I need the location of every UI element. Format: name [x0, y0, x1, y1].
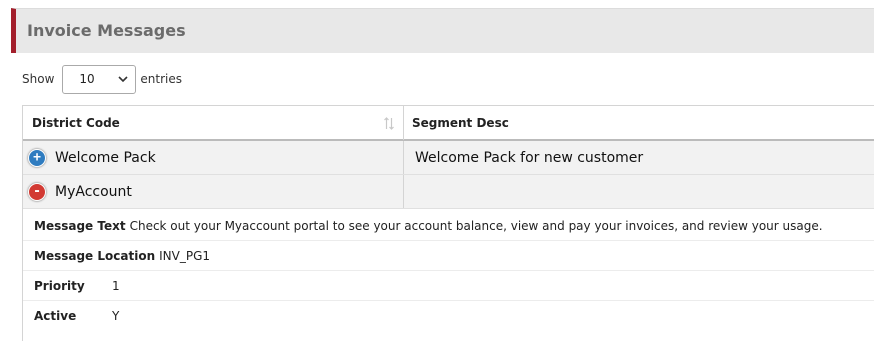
message-location-label: Message Location	[34, 249, 156, 263]
table-row[interactable]: - MyAccount	[23, 175, 874, 209]
entries-select[interactable]: 10	[62, 64, 137, 94]
table-row[interactable]: + Welcome Pack Welcome Pack for new cust…	[23, 141, 874, 175]
cell-district-code: + Welcome Pack	[23, 141, 404, 174]
active-value: Y	[112, 309, 120, 323]
messages-table: District Code Segment Desc + Welcome Pac…	[22, 105, 874, 341]
table-header: District Code Segment Desc	[23, 105, 874, 141]
detail-row-priority: Priority 1	[23, 271, 874, 301]
panel-header: Invoice Messages	[11, 8, 874, 53]
entries-select-value: 10	[79, 72, 95, 86]
entries-length-control: Show 10 entries	[22, 64, 182, 94]
column-header-label: Segment Desc	[412, 116, 509, 130]
entries-label: entries	[140, 72, 182, 86]
cell-segment-desc: Welcome Pack for new customer	[404, 141, 874, 174]
segment-desc-text: Welcome Pack for new customer	[415, 149, 644, 166]
chevron-down-icon	[118, 76, 128, 83]
column-header-label: District Code	[32, 116, 120, 130]
message-text-value: Check out your Myaccount portal to see y…	[129, 219, 823, 233]
detail-row-active: Active Y	[23, 301, 874, 341]
message-location-value: INV_PG1	[159, 249, 211, 263]
cell-segment-desc	[404, 175, 874, 208]
priority-label: Priority	[34, 279, 85, 293]
detail-row-message-text: Message Text Check out your Myaccount po…	[23, 209, 874, 241]
page-title: Invoice Messages	[27, 21, 186, 40]
column-header-segment-desc[interactable]: Segment Desc	[404, 106, 874, 140]
collapse-minus-icon[interactable]: -	[28, 182, 46, 201]
show-label: Show	[22, 72, 55, 86]
district-code-text: MyAccount	[55, 183, 132, 200]
district-code-text: Welcome Pack	[55, 149, 156, 166]
expand-plus-icon[interactable]: +	[28, 148, 46, 167]
sort-icon	[384, 117, 394, 130]
top-gap	[0, 0, 874, 8]
detail-row-message-location: Message Location INV_PG1	[23, 241, 874, 271]
column-header-district-code[interactable]: District Code	[23, 106, 404, 140]
message-text-label: Message Text	[34, 219, 126, 233]
priority-value: 1	[112, 279, 120, 293]
cell-district-code: - MyAccount	[23, 175, 404, 208]
active-label: Active	[34, 309, 77, 323]
